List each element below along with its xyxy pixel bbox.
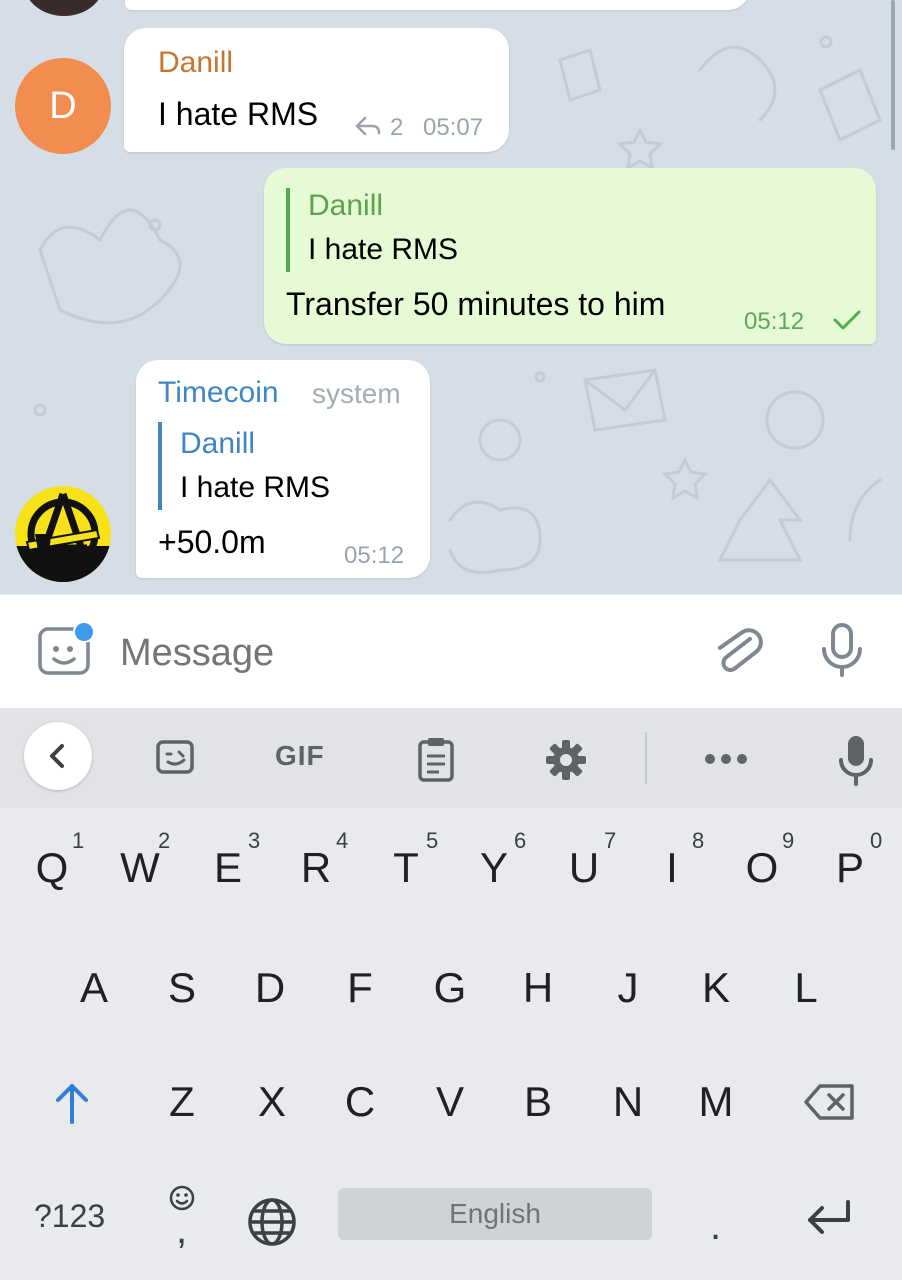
key-c[interactable]: C xyxy=(320,1078,400,1126)
key-hint-3: 3 xyxy=(248,828,261,853)
key-hint-2: 2 xyxy=(158,828,171,853)
message-bubble-danill[interactable]: Danill I hate RMS 2 05:07 xyxy=(124,28,509,152)
quote-text: I hate RMS xyxy=(308,233,459,266)
backspace-icon[interactable] xyxy=(802,1080,858,1129)
space-key-label: English xyxy=(449,1198,541,1229)
reply-quote[interactable]: Danill I hate RMS xyxy=(158,422,330,510)
key-z[interactable]: Z xyxy=(142,1078,222,1126)
key-h[interactable]: H xyxy=(498,964,578,1012)
key-hint-7: 7 xyxy=(604,828,617,853)
enter-icon[interactable] xyxy=(802,1196,856,1243)
message-input[interactable] xyxy=(118,623,682,683)
message-time: 05:12 xyxy=(744,308,805,335)
message-time: 05:12 xyxy=(344,542,405,569)
clipboard-icon[interactable] xyxy=(414,736,458,789)
key-hint-4: 4 xyxy=(336,828,349,853)
symbols-key[interactable]: ?123 xyxy=(34,1198,105,1235)
message-time: 05:07 xyxy=(423,114,484,141)
sticker-icon[interactable] xyxy=(36,621,95,684)
avatar-timecoin[interactable] xyxy=(15,486,111,582)
key-hint-6: 6 xyxy=(514,828,527,853)
space-key[interactable]: English xyxy=(338,1188,652,1240)
avatar-danill[interactable]: D xyxy=(15,58,111,154)
reply-count[interactable]: 2 xyxy=(390,114,403,142)
key-d[interactable]: D xyxy=(230,964,310,1012)
sender-name[interactable]: Danill xyxy=(158,46,233,80)
keyboard: GIF Q 1 W 2 E 3 R 4 T 5 Y 6 U 7 I 8 O 9 … xyxy=(0,708,902,1280)
toolbar-divider xyxy=(645,732,647,784)
key-k[interactable]: K xyxy=(676,964,756,1012)
key-g[interactable]: G xyxy=(410,964,490,1012)
key-a[interactable]: A xyxy=(54,964,134,1012)
key-b[interactable]: B xyxy=(498,1078,578,1126)
message-bubble-timecoin[interactable]: Timecoin system Danill I hate RMS +50.0m… xyxy=(136,360,430,578)
key-hint-1: 1 xyxy=(72,828,85,853)
mic-icon[interactable] xyxy=(834,734,878,791)
reply-icon[interactable] xyxy=(354,114,382,143)
quote-sender-name: Danill xyxy=(308,189,384,222)
key-f[interactable]: F xyxy=(320,964,400,1012)
timecoin-logo-icon xyxy=(15,492,111,582)
message-text: I hate RMS xyxy=(158,96,319,132)
key-hint-9: 9 xyxy=(782,828,795,853)
key-m[interactable]: M xyxy=(676,1078,756,1126)
check-icon xyxy=(832,308,862,337)
avatar-letter: D xyxy=(49,85,77,127)
shift-icon[interactable] xyxy=(50,1080,94,1131)
message-input-bar xyxy=(0,594,902,709)
gear-icon[interactable] xyxy=(544,738,588,787)
reply-quote[interactable]: Danill I hate RMS xyxy=(286,188,458,272)
quote-text: I hate RMS xyxy=(180,471,331,504)
key-v[interactable]: V xyxy=(410,1078,490,1126)
previous-message-bubble xyxy=(125,0,750,10)
comma-key[interactable]: , xyxy=(176,1208,187,1253)
message-text: Transfer 50 minutes to him xyxy=(286,286,666,322)
key-hint-0: 0 xyxy=(870,828,883,853)
key-s[interactable]: S xyxy=(142,964,222,1012)
key-j[interactable]: J xyxy=(588,964,668,1012)
globe-icon[interactable] xyxy=(246,1196,298,1253)
gif-button[interactable]: GIF xyxy=(275,740,325,772)
chat-area: D Danill I hate RMS 2 05:07 Danill I hat… xyxy=(0,0,902,594)
mic-icon[interactable] xyxy=(812,619,872,684)
message-bubble-outgoing[interactable]: Danill I hate RMS Transfer 50 minutes to… xyxy=(264,168,876,344)
message-text: +50.0m xyxy=(158,524,266,560)
key-l[interactable]: L xyxy=(766,964,846,1012)
sender-tag: system xyxy=(312,378,401,409)
emoji-sticker-icon[interactable] xyxy=(154,736,198,785)
back-arrow-icon[interactable] xyxy=(24,722,92,790)
sender-name[interactable]: Timecoin xyxy=(158,376,279,410)
keyboard-toolbar: GIF xyxy=(0,708,902,808)
key-x[interactable]: X xyxy=(232,1078,312,1126)
key-hint-5: 5 xyxy=(426,828,439,853)
key-hint-8: 8 xyxy=(692,828,705,853)
period-key[interactable]: . xyxy=(710,1204,721,1249)
key-n[interactable]: N xyxy=(588,1078,668,1126)
quote-sender-name: Danill xyxy=(180,427,256,460)
more-icon[interactable] xyxy=(704,752,748,770)
chat-scrollbar[interactable] xyxy=(891,0,895,150)
attach-icon[interactable] xyxy=(708,619,768,684)
